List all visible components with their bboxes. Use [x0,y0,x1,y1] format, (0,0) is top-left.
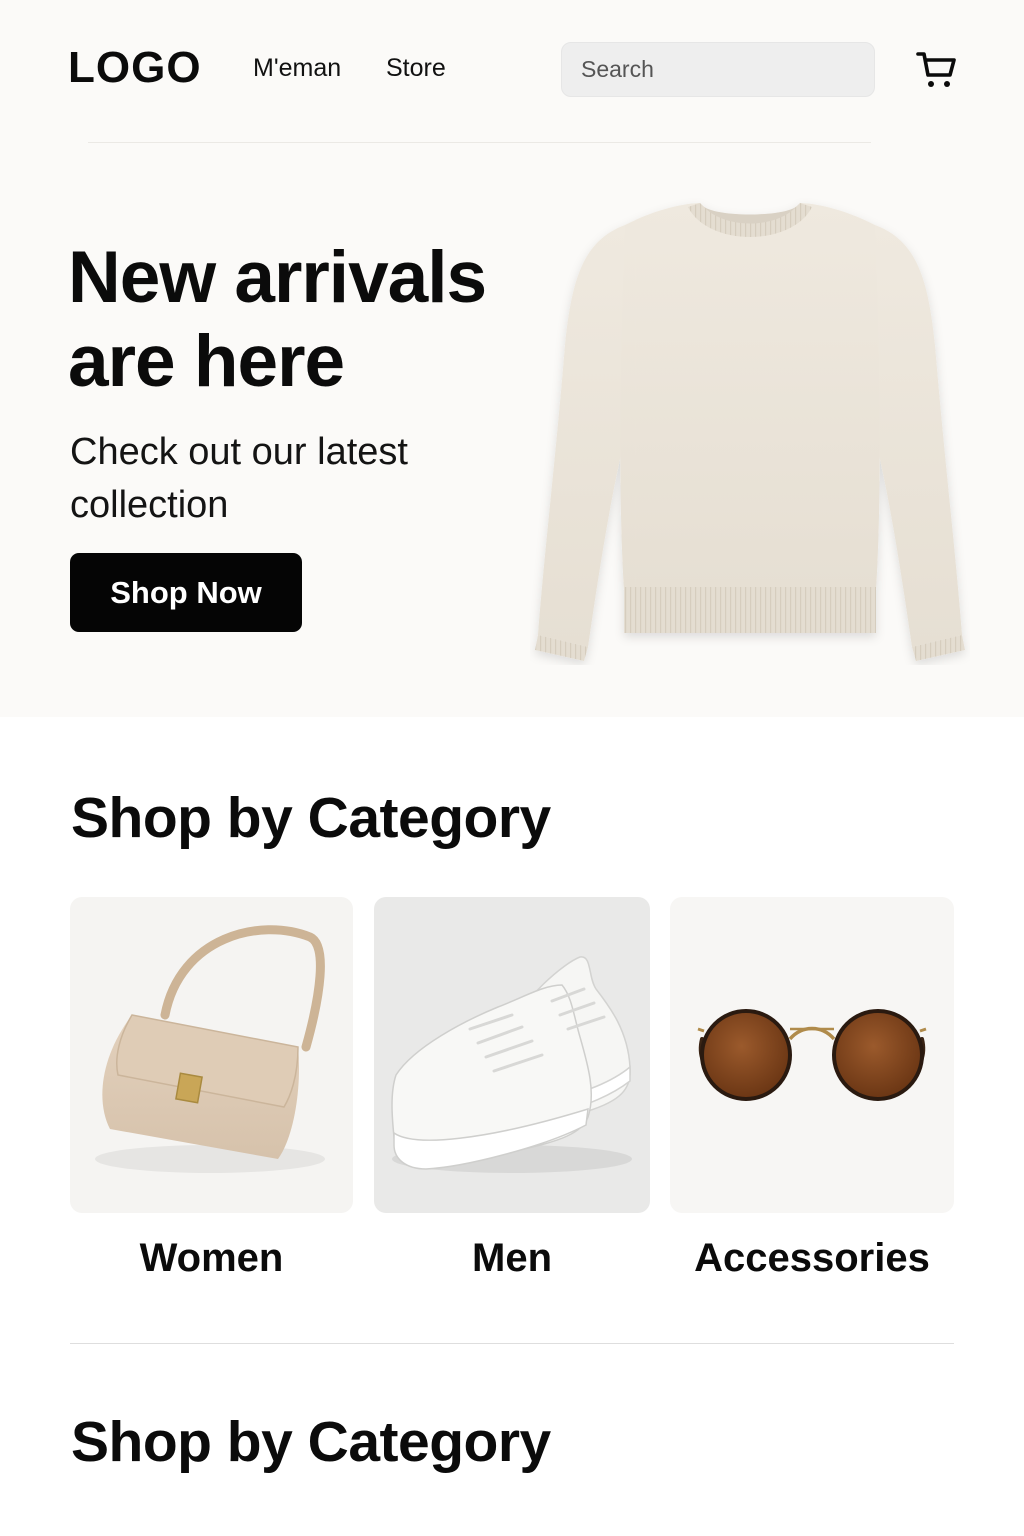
section-title-second: Shop by Category [71,1410,551,1474]
search-input[interactable] [581,56,874,83]
header-divider [88,142,871,143]
category-label-men[interactable]: Men [374,1238,650,1278]
search-bar[interactable] [561,42,875,97]
shop-now-button[interactable]: Shop Now [70,553,302,632]
sunglasses-image [697,1009,927,1101]
handbag-image [95,925,325,1173]
section-divider [70,1343,954,1344]
category-card-accessories[interactable] [670,897,954,1213]
section-title-categories: Shop by Category [71,786,551,850]
category-card-men[interactable] [374,897,650,1213]
nav-link-store[interactable]: Store [386,56,446,81]
cart-icon[interactable] [916,50,958,90]
category-label-women[interactable]: Women [70,1238,353,1278]
sweater-image [535,203,965,661]
category-card-women[interactable] [70,897,353,1213]
nav-link-meman[interactable]: M'eman [253,56,341,81]
category-label-accessories[interactable]: Accessories [670,1238,954,1278]
hero-title: New arrivals are here [68,237,487,402]
hero-section: LOGO M'eman Store New arrivals are here … [0,0,1024,717]
sneakers-image [391,956,632,1173]
logo[interactable]: LOGO [68,46,202,90]
hero-subtitle: Check out our latest collection [70,431,408,526]
